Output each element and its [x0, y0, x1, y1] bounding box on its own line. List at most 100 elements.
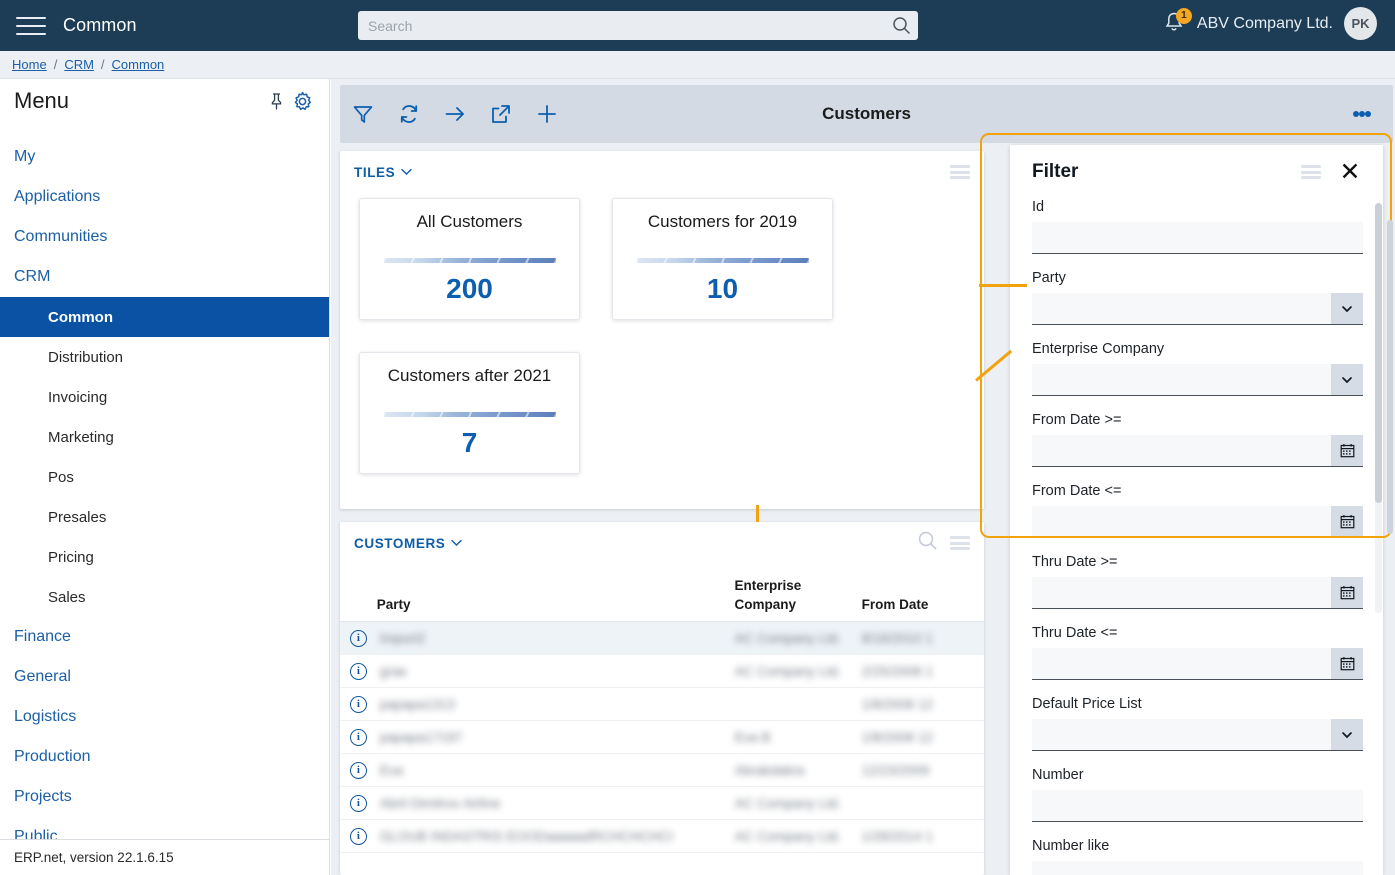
sidebar-item-finance[interactable]: Finance [0, 617, 329, 657]
sidebar-item-applications[interactable]: Applications [0, 177, 329, 217]
customers-panel-menu-icon[interactable] [950, 536, 970, 550]
header-right-cluster: 1 ABV Company Ltd. PK [1162, 7, 1377, 40]
table-header-row: Party Enterprise Company From Date [340, 566, 984, 622]
chevron-down-icon[interactable] [1331, 719, 1363, 751]
filter-field-input-id[interactable] [1032, 222, 1363, 254]
filter-field-input-thru-date[interactable] [1032, 577, 1331, 609]
table-row[interactable]: i papapa1313 1/8/2008 12 [340, 688, 984, 721]
close-icon[interactable]: ✕ [1335, 157, 1365, 187]
filter-panel-menu-icon[interactable] [1301, 165, 1321, 179]
cell-enterprise-company: AC Company Ltd. [734, 795, 842, 811]
table-row[interactable]: i papapa17197 Eva B 1/8/2008 12 [340, 721, 984, 754]
table-col-icon [340, 615, 377, 621]
cell-enterprise-company: AC Company Ltd. [734, 663, 842, 679]
sidebar-item-common[interactable]: Common [0, 297, 329, 337]
customers-search-icon[interactable] [917, 530, 938, 556]
calendar-icon[interactable] [1331, 648, 1363, 680]
calendar-icon[interactable] [1331, 506, 1363, 538]
tiles-panel-title[interactable]: TILES [354, 165, 395, 180]
refresh-icon[interactable] [386, 91, 432, 137]
customers-panel-title[interactable]: CUSTOMERS [354, 536, 445, 551]
filter-field-input-number[interactable] [1032, 790, 1363, 822]
pin-icon[interactable] [263, 88, 289, 114]
chevron-down-icon[interactable] [1331, 364, 1363, 396]
filter-field-input-thru-date[interactable] [1032, 648, 1331, 680]
app-root: Common 1 ABV Company Ltd. PK [0, 0, 1395, 875]
filter-field-input-from-date[interactable] [1032, 506, 1331, 538]
sidebar-item-invoicing[interactable]: Invoicing [0, 377, 329, 417]
tile[interactable]: Customers for 2019 10 [612, 198, 833, 320]
bell-icon[interactable]: 1 [1162, 7, 1192, 38]
table-row[interactable]: i grae AC Company Ltd. 2/25/2008 1 [340, 655, 984, 688]
sidebar-item-label: Sales [48, 588, 86, 606]
row-info-icon[interactable]: i [340, 695, 377, 713]
chevron-down-icon[interactable] [401, 163, 412, 181]
sidebar-header: Menu [0, 79, 329, 123]
chevron-down-icon[interactable] [451, 534, 463, 552]
sidebar-item-label: Finance [14, 628, 71, 645]
filter-field-input-default-price-list[interactable] [1032, 719, 1331, 751]
search-input[interactable] [358, 11, 918, 40]
more-vertical-icon[interactable] [1341, 91, 1383, 137]
table-col-from-date: From Date [861, 597, 929, 613]
filter-field-input-from-date[interactable] [1032, 435, 1331, 467]
breadcrumb-item-crm[interactable]: CRM [64, 57, 94, 72]
sidebar-item-crm[interactable]: CRM [0, 257, 329, 297]
sidebar-item-production[interactable]: Production [0, 737, 329, 777]
sidebar-item-marketing[interactable]: Marketing [0, 417, 329, 457]
sidebar-item-pos[interactable]: Pos [0, 457, 329, 497]
row-info-icon[interactable]: i [340, 761, 377, 779]
filter-field-number-like: Number like [1032, 838, 1363, 875]
table-row[interactable]: i Import2 AC Company Ltd. 8/16/2010 1 [340, 622, 984, 655]
sidebar-item-label: General [14, 668, 71, 685]
chevron-down-icon[interactable] [1331, 293, 1363, 325]
breadcrumb-item-home[interactable]: Home [12, 57, 47, 72]
tiles-grid: All Customers 200 Customers for 2019 10 Cust… [340, 193, 984, 474]
gear-icon[interactable] [289, 88, 315, 114]
avatar[interactable]: PK [1344, 7, 1377, 40]
content-scrollbar[interactable] [1387, 220, 1393, 534]
tile-label: All Customers [416, 212, 523, 231]
tile-progress-bar [636, 258, 809, 263]
sidebar-item-communities[interactable]: Communities [0, 217, 329, 257]
filter-scrollbar[interactable] [1375, 203, 1382, 613]
hamburger-icon[interactable] [16, 15, 46, 37]
row-info-icon[interactable]: i [340, 662, 377, 680]
tile[interactable]: All Customers 200 [359, 198, 580, 320]
sidebar-item-distribution[interactable]: Distribution [0, 337, 329, 377]
sidebar-item-projects[interactable]: Projects [0, 777, 329, 817]
cell-enterprise-company: AC Company Ltd. [734, 630, 842, 646]
notification-badge: 1 [1175, 7, 1192, 24]
calendar-icon[interactable] [1331, 435, 1363, 467]
sidebar-item-logistics[interactable]: Logistics [0, 697, 329, 737]
row-info-icon[interactable]: i [340, 827, 377, 845]
filter-field-number: Number [1032, 767, 1363, 822]
sidebar-item-label: Distribution [48, 348, 124, 366]
filter-field-input-enterprise-company[interactable] [1032, 364, 1331, 396]
sidebar-item-presales[interactable]: Presales [0, 497, 329, 537]
sidebar-item-my[interactable]: My [0, 137, 329, 177]
search-icon[interactable] [892, 16, 911, 35]
external-link-icon[interactable] [478, 91, 524, 137]
filter-icon[interactable] [340, 91, 386, 137]
table-row[interactable]: i GLOUB INDASTRIS EOODaaaaadRCHCHCHCI AC C… [340, 820, 984, 853]
filter-field-input-number-like[interactable] [1032, 861, 1363, 875]
breadcrumb-item-common[interactable]: Common [112, 57, 165, 72]
plus-icon[interactable] [524, 91, 570, 137]
filter-field-input-party[interactable] [1032, 293, 1331, 325]
calendar-icon[interactable] [1331, 577, 1363, 609]
filter-field-label: Default Price List [1032, 696, 1142, 712]
sidebar-item-general[interactable]: General [0, 657, 329, 697]
table-row[interactable]: i Eva Abrakdabra 12/23/2009 [340, 754, 984, 787]
table-row[interactable]: i Abril Dimitrov Airline AC Company Ltd. [340, 787, 984, 820]
filter-field-default-price-list: Default Price List [1032, 696, 1363, 751]
row-info-icon[interactable]: i [340, 794, 377, 812]
row-info-icon[interactable]: i [340, 728, 377, 746]
row-info-icon[interactable]: i [340, 629, 377, 647]
tile[interactable]: Customers after 2021 7 [359, 352, 580, 474]
sidebar-item-pricing[interactable]: Pricing [0, 537, 329, 577]
arrow-right-icon[interactable] [432, 91, 478, 137]
tiles-panel-menu-icon[interactable] [950, 165, 970, 179]
sidebar-item-label: Common [48, 308, 113, 326]
sidebar-item-sales[interactable]: Sales [0, 577, 329, 617]
